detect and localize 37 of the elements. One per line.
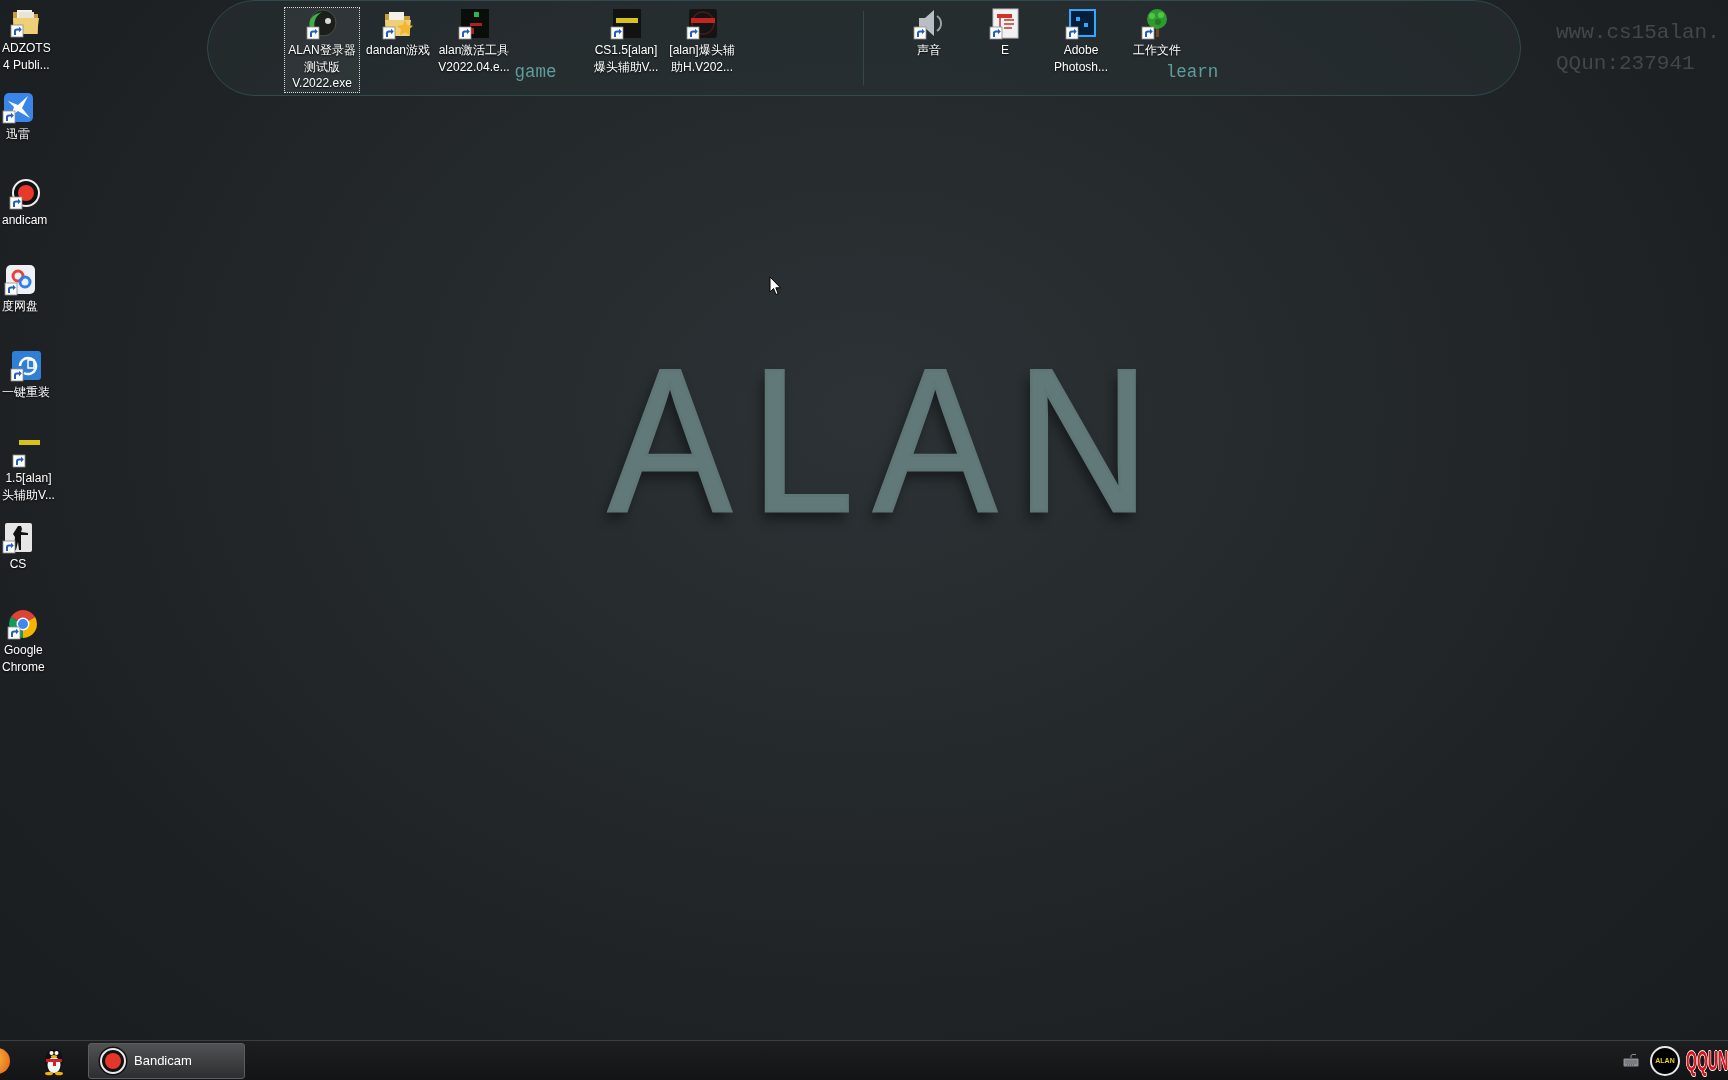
record-icon [98,1045,128,1076]
taskbar-button[interactable]: Bandicam [88,1042,245,1079]
color-wheel-icon [7,608,40,640]
tray-text: QQUN [1686,1046,1728,1075]
desktop-shortcut[interactable]: ALAN登录器测试版 V.2022.exe [284,7,360,93]
desktop-shortcut[interactable]: 1.5[alan] 头辅助V... [0,435,57,504]
desktop-shortcut[interactable]: 度网盘 [0,263,40,316]
crescent-logo-icon [306,8,338,40]
record-icon [8,178,41,210]
desktop-shortcut[interactable]: 声音 [891,7,967,93]
soldier-icon [2,522,34,554]
desktop-shortcut[interactable]: alan激活工具 V2022.04.e... [436,7,512,93]
dark-tile-icon [610,8,642,40]
keyboard-icon[interactable] [1623,1054,1639,1067]
desktop-shortcut[interactable]: Adobe Photosh... [1043,7,1119,93]
dark-tile-icon [458,8,490,40]
bird-tile-icon [2,92,34,124]
refresh-tile-icon [10,350,42,382]
round-app-icon[interactable] [0,1047,10,1074]
desktop-shortcut[interactable]: 迅雷 [0,91,36,144]
desktop-shortcut[interactable]: ADZOTS 4 Publi... [0,5,53,74]
speaker-icon [913,8,945,40]
wallpaper-text: ALAN [608,337,1170,542]
desktop-shortcut[interactable]: E [967,7,1043,93]
app-tile-icon [1065,8,1097,40]
dark-tile-icon [686,8,718,40]
desktop-shortcut[interactable]: Google Chrome [0,607,47,676]
fence-title: game [514,62,557,83]
desktop-shortcut[interactable]: CS1.5[alan] 爆头辅助V... [588,7,664,93]
cloud-rings-icon [4,264,36,296]
desktop-shortcut[interactable]: andicam [0,177,50,230]
desktop-shortcut[interactable]: dandan游戏 [360,7,436,93]
desktop-shortcut[interactable]: 一键重装 [0,349,52,402]
desktop-shortcut[interactable]: [alan]爆头辅助H.V202... [664,7,740,93]
mouse-pointer-icon [769,276,782,296]
document-icon [989,8,1021,40]
desktop-shortcut[interactable]: CS [0,521,36,574]
